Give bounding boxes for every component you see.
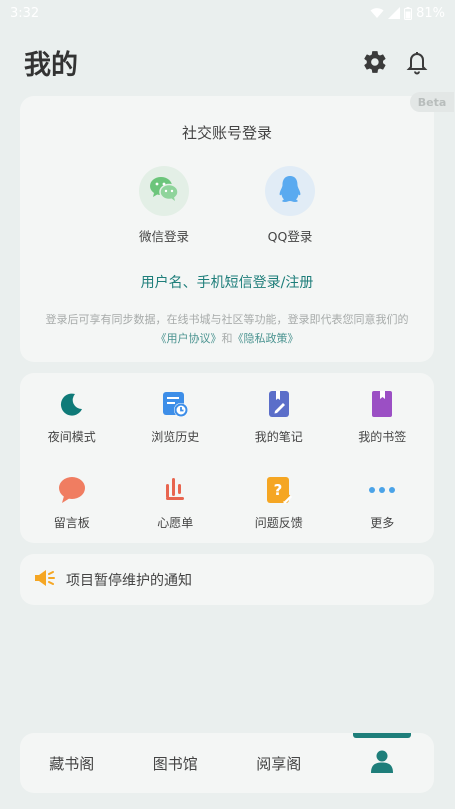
settings-gear-icon[interactable] bbox=[361, 48, 389, 76]
signal-icon bbox=[388, 7, 401, 19]
login-notice: 登录后可享有同步数据，在线书城与社区等功能，登录即代表您同意我们的《用户协议》和… bbox=[38, 310, 416, 348]
battery-icon bbox=[404, 6, 413, 20]
feedback-icon: ? bbox=[264, 475, 294, 505]
status-icons: 81% bbox=[370, 6, 445, 21]
history-icon bbox=[160, 389, 190, 419]
megaphone-icon bbox=[34, 568, 56, 592]
more-button[interactable]: 更多 bbox=[331, 459, 435, 543]
privacy-policy-link[interactable]: 《隐私政策》 bbox=[233, 332, 299, 345]
moon-icon bbox=[57, 389, 87, 419]
page-header: 我的 bbox=[0, 40, 455, 84]
feedback-button[interactable]: ? 问题反馈 bbox=[227, 459, 331, 543]
browse-history-button[interactable]: 浏览历史 bbox=[124, 373, 228, 459]
social-login-card: Beta 社交账号登录 微信登录 QQ登录 用户名、手机短信登录/注册 登录后可… bbox=[20, 92, 454, 362]
notification-bell-icon[interactable] bbox=[403, 48, 431, 76]
notice-text: 登录后可享有同步数据，在线书城与社区等功能，登录即代表您同意我们的 bbox=[45, 313, 409, 326]
account-sms-login-link[interactable]: 用户名、手机短信登录/注册 bbox=[20, 272, 434, 292]
status-bar: 3:32 81% bbox=[0, 0, 455, 26]
my-notes-button[interactable]: 我的笔记 bbox=[227, 373, 331, 459]
bookmark-icon bbox=[367, 389, 397, 419]
wishlist-icon bbox=[160, 475, 190, 505]
beta-badge: Beta bbox=[410, 92, 454, 112]
wifi-icon bbox=[370, 7, 384, 19]
qq-login-label: QQ登录 bbox=[267, 229, 313, 244]
grid-label: 我的书签 bbox=[358, 430, 407, 444]
nav-tab-library[interactable]: 图书馆 bbox=[124, 733, 228, 793]
nav-tab-profile[interactable] bbox=[331, 733, 435, 793]
message-icon bbox=[57, 475, 87, 505]
active-tab-indicator bbox=[353, 733, 412, 738]
night-mode-button[interactable]: 夜间模式 bbox=[20, 373, 124, 459]
announcement-bar[interactable]: 项目暂停维护的通知 bbox=[20, 554, 434, 605]
nav-tab-collection[interactable]: 藏书阁 bbox=[20, 733, 124, 793]
svg-text:?: ? bbox=[273, 481, 282, 499]
more-icon bbox=[367, 475, 397, 505]
social-login-title: 社交账号登录 bbox=[181, 124, 272, 142]
grid-label: 心愿单 bbox=[157, 516, 194, 530]
wechat-login-button[interactable]: 微信登录 bbox=[129, 166, 199, 245]
wechat-icon bbox=[149, 176, 179, 206]
notice-and: 和 bbox=[221, 332, 233, 345]
bottom-navigation: 藏书阁 图书馆 阅享阁 bbox=[20, 733, 434, 793]
nav-tab-reading[interactable]: 阅享阁 bbox=[227, 733, 331, 793]
grid-label: 更多 bbox=[370, 516, 395, 530]
page-title: 我的 bbox=[24, 49, 78, 81]
wechat-login-label: 微信登录 bbox=[138, 229, 189, 244]
status-time: 3:32 bbox=[10, 5, 40, 21]
qq-penguin-icon bbox=[277, 175, 303, 207]
message-board-button[interactable]: 留言板 bbox=[20, 459, 124, 543]
grid-label: 浏览历史 bbox=[151, 430, 200, 444]
user-agreement-link[interactable]: 《用户协议》 bbox=[156, 332, 222, 345]
wishlist-button[interactable]: 心愿单 bbox=[124, 459, 228, 543]
notes-icon bbox=[264, 389, 294, 419]
battery-percent: 81% bbox=[416, 5, 445, 21]
grid-label: 我的笔记 bbox=[254, 430, 303, 444]
qq-login-button[interactable]: QQ登录 bbox=[255, 166, 325, 245]
user-icon bbox=[370, 749, 394, 777]
my-bookmarks-button[interactable]: 我的书签 bbox=[331, 373, 435, 459]
grid-label: 夜间模式 bbox=[47, 430, 96, 444]
grid-label: 问题反馈 bbox=[254, 516, 303, 530]
announcement-text: 项目暂停维护的通知 bbox=[66, 572, 192, 589]
grid-label: 留言板 bbox=[53, 516, 90, 530]
feature-grid-card: 夜间模式 浏览历史 我的笔记 我的书签 留言板 心愿单 ? 问题反馈 更多 bbox=[20, 373, 434, 543]
